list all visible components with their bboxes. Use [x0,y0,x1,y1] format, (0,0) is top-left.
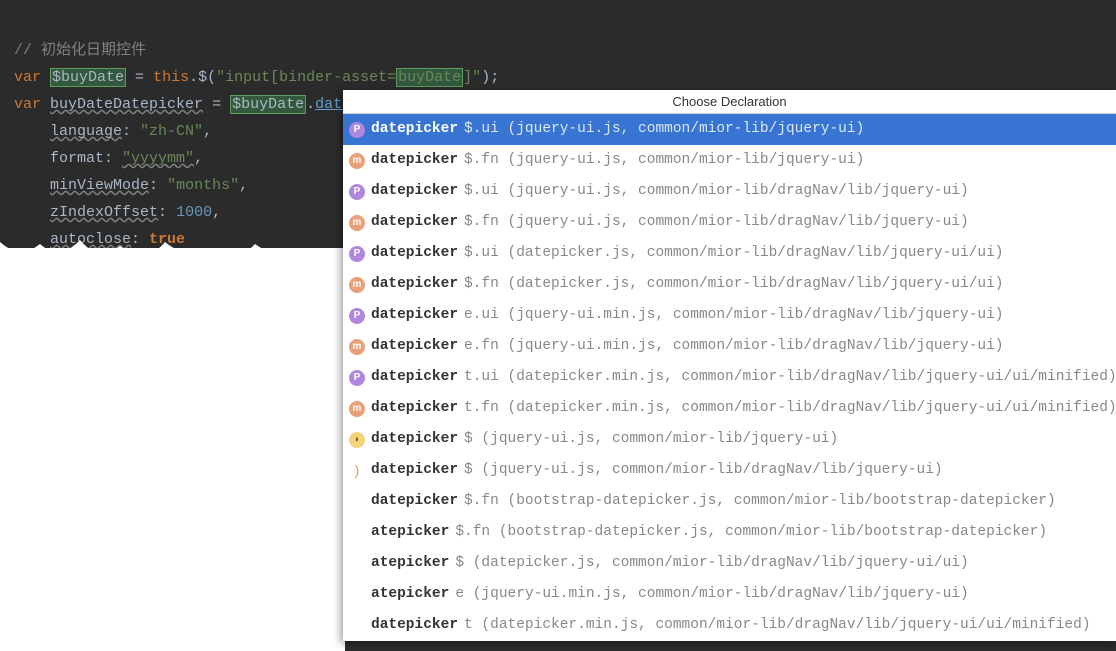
close-paren-semi: ); [481,69,499,86]
item-detail: $.ui (jquery-ui.js, common/mior-lib/jque… [464,119,864,140]
var-buydate-ref-highlight: $buyDate [230,95,306,114]
item-name: atepicker [371,584,449,605]
dot: . [189,69,198,86]
item-detail: t.ui (datepicker.min.js, common/mior-lib… [464,367,1116,388]
paren-icon: ) [349,463,365,479]
this-keyword: this [153,69,189,86]
open-paren: ( [207,69,216,86]
selector-string-suffix: ]" [463,69,481,86]
declaration-item[interactable]: Pdatepicker e.ui (jquery-ui.min.js, commo… [343,300,1116,331]
prop-format: format [50,150,104,167]
prop-language: language [50,123,122,140]
js-icon: ◗ [349,432,365,448]
prop-minviewmode: minViewMode [50,177,149,194]
declaration-item[interactable]: datepicker $.fn (bootstrap-datepicker.js,… [343,486,1116,517]
selector-match-highlight: buyDate [396,68,463,87]
item-name: datepicker [371,305,458,326]
item-detail: $ (jquery-ui.js, common/mior-lib/dragNav… [464,460,943,481]
no-icon [349,494,365,510]
item-name: datepicker [371,429,458,450]
white-background [0,248,345,651]
item-name: datepicker [371,491,458,512]
item-detail: e.ui (jquery-ui.min.js, common/mior-lib/… [464,305,1004,326]
declaration-item[interactable]: datepicker t (datepicker.min.js, common/m… [343,610,1116,641]
no-icon [349,587,365,603]
declaration-list[interactable]: Pdatepicker $.ui (jquery-ui.js, common/mi… [343,114,1116,641]
item-detail: $.fn (datepicker.js, common/mior-lib/dra… [464,274,1004,295]
item-detail: $.fn (bootstrap-datepicker.js, common/mi… [464,491,1056,512]
item-detail: $.fn (jquery-ui.js, common/mior-lib/jque… [464,150,864,171]
var-keyword: var [14,69,41,86]
var-keyword-2: var [14,96,41,113]
property-icon: P [349,246,365,262]
declaration-item[interactable]: Pdatepicker t.ui (datepicker.min.js, comm… [343,362,1116,393]
item-detail: $ (datepicker.js, common/mior-lib/dragNa… [455,553,968,574]
dollar-fn: $ [198,69,207,86]
item-name: datepicker [371,460,458,481]
comment-line: // 初始化日期控件 [14,42,146,59]
item-name: datepicker [371,367,458,388]
item-name: datepicker [371,398,458,419]
declaration-item[interactable]: ) datepicker $ (jquery-ui.js, common/mior-… [343,455,1116,486]
var-buydate-highlight: $buyDate [50,68,126,87]
declaration-item[interactable]: atepicker $ (datepicker.js, common/mior-l… [343,548,1116,579]
item-detail: e.fn (jquery-ui.min.js, common/mior-lib/… [464,336,1004,357]
property-icon: P [349,308,365,324]
item-name: atepicker [371,522,449,543]
prop-zindexoffset: zIndexOffset [50,204,158,221]
var-buydatedatepicker: buyDateDatepicker [50,96,203,113]
item-detail: t (datepicker.min.js, common/mior-lib/dr… [464,615,1091,636]
method-icon: m [349,153,365,169]
property-icon: P [349,370,365,386]
popup-title: Choose Declaration [343,90,1116,114]
method-icon: m [349,401,365,417]
item-name: datepicker [371,212,458,233]
no-icon [349,525,365,541]
declaration-item[interactable]: m datepicker t.fn (datepicker.min.js, comm… [343,393,1116,424]
declaration-item[interactable]: Pdatepicker $.ui (jquery-ui.js, common/mi… [343,114,1116,145]
item-name: datepicker [371,150,458,171]
declaration-item[interactable]: Pdatepicker $.ui (jquery-ui.js, common/mi… [343,176,1116,207]
item-detail: t.fn (datepicker.min.js, common/mior-lib… [464,398,1116,419]
declaration-item[interactable]: atepicker $.fn (bootstrap-datepicker.js, … [343,517,1116,548]
item-detail: $.ui (datepicker.js, common/mior-lib/dra… [464,243,1004,264]
item-detail: $ (jquery-ui.js, common/mior-lib/jquery-… [464,429,838,450]
val-format: "yyyymm" [122,150,194,167]
equals-2: = [203,96,230,113]
item-name: datepicker [371,119,458,140]
declaration-item[interactable]: m datepicker $.fn (jquery-ui.js, common/mi… [343,145,1116,176]
equals: = [126,69,153,86]
item-detail: $.ui (jquery-ui.js, common/mior-lib/drag… [464,181,969,202]
declaration-item[interactable]: Pdatepicker $.ui (datepicker.js, common/m… [343,238,1116,269]
item-name: datepicker [371,181,458,202]
item-detail: $.fn (jquery-ui.js, common/mior-lib/drag… [464,212,969,233]
declaration-item[interactable]: m datepicker $.fn (jquery-ui.js, common/mi… [343,207,1116,238]
item-name: datepicker [371,274,458,295]
property-icon: P [349,122,365,138]
item-name: datepicker [371,336,458,357]
item-name: datepicker [371,243,458,264]
selector-string-prefix: "input[binder-asset= [216,69,396,86]
method-icon: m [349,339,365,355]
choose-declaration-popup: Choose Declaration Pdatepicker $.ui (jque… [343,90,1116,641]
declaration-item[interactable]: m datepicker e.fn (jquery-ui.min.js, commo… [343,331,1116,362]
method-icon: m [349,277,365,293]
item-name: datepicker [371,615,458,636]
val-zindexoffset: 1000 [176,204,212,221]
method-icon: m [349,215,365,231]
val-minviewmode: "months" [167,177,239,194]
declaration-item[interactable]: m datepicker $.fn (datepicker.js, common/m… [343,269,1116,300]
item-name: atepicker [371,553,449,574]
val-language: "zh-CN" [140,123,203,140]
dot-2: . [306,96,315,113]
no-icon [349,618,365,634]
item-detail: e (jquery-ui.min.js, common/mior-lib/dra… [455,584,968,605]
declaration-item[interactable]: ◗ datepicker $ (jquery-ui.js, common/mior-… [343,424,1116,455]
property-icon: P [349,184,365,200]
no-icon [349,556,365,572]
declaration-item[interactable]: atepicker e (jquery-ui.min.js, common/mio… [343,579,1116,610]
item-detail: $.fn (bootstrap-datepicker.js, common/mi… [455,522,1047,543]
